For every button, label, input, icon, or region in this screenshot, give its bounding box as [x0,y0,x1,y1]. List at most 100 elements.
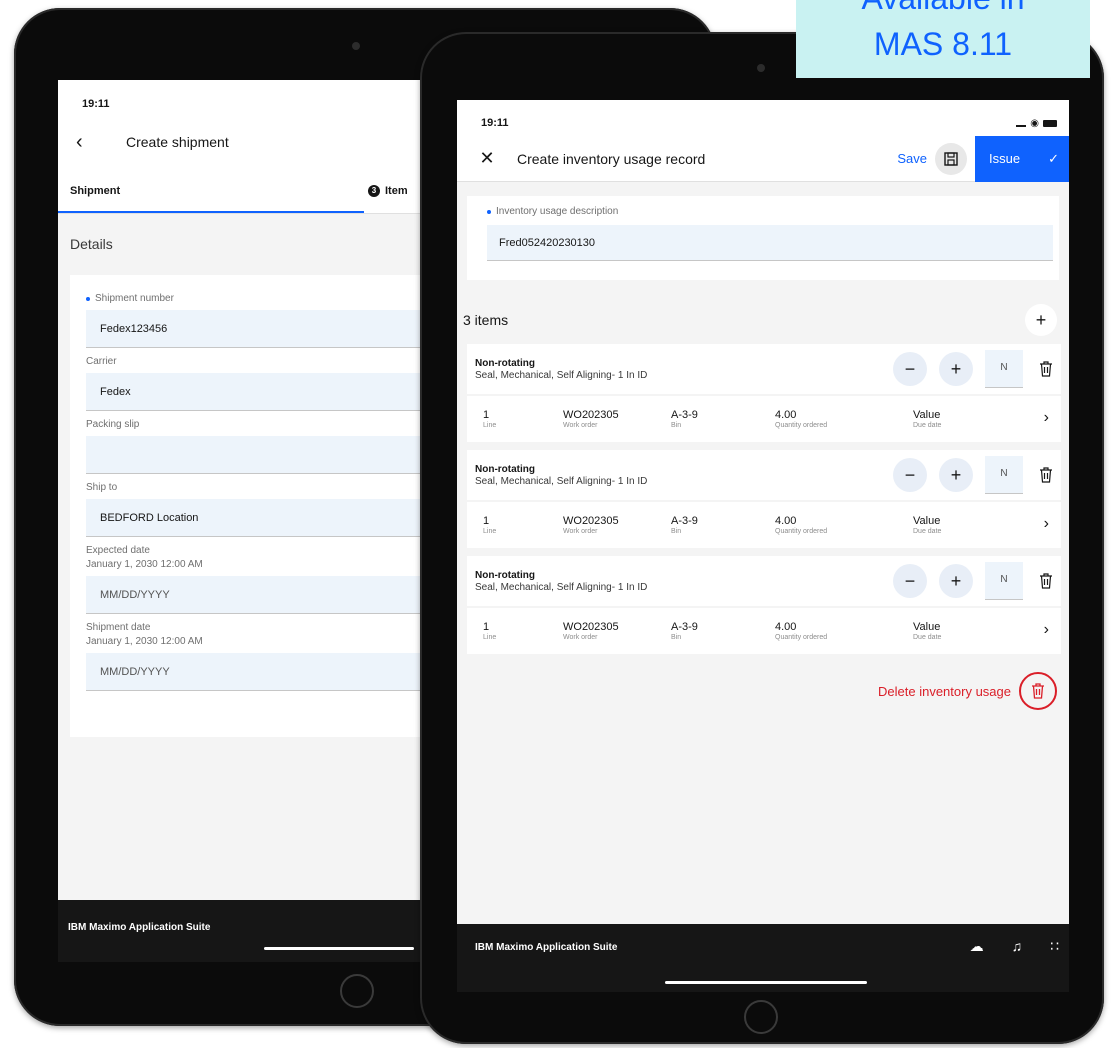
shipment-form: Shipment number Fedex123456 Carrier Fede… [70,275,430,737]
quantity-label: Quantity ordered [775,528,828,535]
work-order-value: WO202305 [563,409,619,421]
field-carrier: Carrier Fedex [86,356,430,411]
quantity-input[interactable]: N [985,350,1023,388]
save-button[interactable]: Save [897,151,927,166]
delete-trash-icon[interactable] [1019,672,1057,710]
bin-label: Bin [671,634,682,641]
field-label: Packing slip [86,419,140,430]
shipment-screen: 19:11 ‹ Create shipment Shipment 3 Item … [58,80,430,962]
increment-button[interactable]: + [939,564,973,598]
due-date-label: Due date [913,528,942,535]
items-header: 3 items + [457,280,1069,336]
add-item-button[interactable]: + [1025,304,1057,336]
bin-label: Bin [671,528,682,535]
badge-line-2: MAS 8.11 [873,26,1013,62]
items-count-badge: 3 [368,184,380,197]
camera-icon [352,42,360,50]
field-shipment-date: Shipment date January 1, 2030 12:00 AM M… [86,622,430,691]
front-tablet: 19:11 ◉ ✕ Create inventory usage record … [420,32,1104,1044]
description-label: Inventory usage description [496,206,619,217]
quantity-value: 4.00 [775,621,797,633]
tab-items[interactable]: 3 Item [368,184,408,197]
trash-icon[interactable] [1031,361,1061,377]
chevron-right-icon[interactable]: › [1044,621,1049,639]
home-button [744,1000,778,1034]
decrement-button[interactable]: − [893,564,927,598]
item-details[interactable]: 1 Line WO202305 Work order A-3-9 Bin 4.00 Qu… [467,396,1061,442]
back-arrow-icon[interactable]: ‹ [76,131,126,154]
trash-icon[interactable] [1031,573,1061,589]
page-title: Create inventory usage record [517,150,706,167]
camera-icon [757,64,765,72]
decrement-button[interactable]: − [893,458,927,492]
item-details[interactable]: 1 Line WO202305 Work order A-3-9 Bin 4.00 Qu… [467,608,1061,654]
inventory-usage-screen: 19:11 ◉ ✕ Create inventory usage record … [457,100,1069,992]
chevron-right-icon[interactable]: › [1044,515,1049,533]
field-sublabel: January 1, 2030 12:00 AM [86,636,203,647]
bin-value: A-3-9 [671,515,698,527]
chevron-right-icon[interactable]: › [1044,409,1049,427]
trash-icon[interactable] [1031,467,1061,483]
status-bar: 19:11 ◉ [457,100,1069,136]
issue-button[interactable]: Issue ✓ [975,135,1069,182]
field-packing-slip: Packing slip [86,419,430,474]
signal-icon [1016,119,1027,127]
quantity-input[interactable]: N [985,562,1023,600]
decrement-button[interactable]: − [893,352,927,386]
item-type: Non-rotating [475,357,535,369]
due-date-value: Value [913,621,941,633]
bin-label: Bin [671,422,682,429]
field-label: Shipment number [95,293,174,304]
save-icon[interactable] [935,142,967,175]
quantity-input[interactable]: N [985,456,1023,494]
description-card: Inventory usage description Fred05242023… [467,196,1059,280]
quantity-label: Quantity ordered [775,422,828,429]
quantity-value: 4.00 [775,515,797,527]
footer-brand: IBM Maximo Application Suite [68,922,211,933]
field-sublabel: January 1, 2030 12:00 AM [86,559,203,570]
tab-bar: Shipment 3 Item [58,168,430,214]
line-value: 1 [483,515,490,527]
cloud-icon[interactable]: ☁ [970,938,984,955]
battery-icon [1043,119,1057,127]
work-order-label: Work order [563,634,598,641]
delete-inventory-usage-button[interactable]: Delete inventory usage [878,684,1011,699]
work-order-value: WO202305 [563,515,619,527]
field-label: Ship to [86,482,118,493]
list-item: Non-rotating Seal, Mechanical, Self Alig… [467,556,1061,654]
line-label: Line [483,634,497,641]
increment-button[interactable]: + [939,352,973,386]
ship-to-input[interactable]: BEDFORD Location [86,499,430,537]
home-indicator [665,981,867,984]
description-input[interactable]: Fred052420230130 [487,225,1053,261]
carrier-input[interactable]: Fedex [86,373,430,411]
header: ‹ Create shipment [58,116,430,168]
item-type: Non-rotating [475,569,535,581]
due-date-value: Value [913,409,941,421]
expected-date-input[interactable]: MM/DD/YYYY [86,576,430,614]
shipment-date-input[interactable]: MM/DD/YYYY [86,653,430,691]
due-date-label: Due date [913,422,942,429]
packing-slip-input[interactable] [86,436,430,474]
tab-shipment[interactable]: Shipment [58,185,368,197]
app-switcher-icon[interactable]: ∷ [1050,938,1059,955]
list-item: Non-rotating Seal, Mechanical, Self Alig… [467,344,1061,442]
quantity-value: 4.00 [775,409,797,421]
increment-button[interactable]: + [939,458,973,492]
line-label: Line [483,422,497,429]
header: ✕ Create inventory usage record Save Iss… [457,135,1069,182]
field-label: Shipment date [86,622,151,633]
due-date-label: Due date [913,634,942,641]
close-icon[interactable]: ✕ [457,148,517,169]
footer-bar: IBM Maximo Application Suite ☁ ♫ ∷ [457,924,1069,992]
field-ship-to: Ship to BEDFORD Location [86,482,430,537]
item-details[interactable]: 1 Line WO202305 Work order A-3-9 Bin 4.00 Qu… [467,502,1061,548]
bell-icon[interactable]: ♫ [1012,938,1023,955]
list-item: Non-rotating Seal, Mechanical, Self Alig… [467,450,1061,548]
field-shipment-number: Shipment number Fedex123456 [86,293,430,348]
quantity-label: Quantity ordered [775,634,828,641]
checkmark-icon: ✓ [1048,150,1059,166]
shipment-number-input[interactable]: Fedex123456 [86,310,430,348]
work-order-label: Work order [563,422,598,429]
work-order-value: WO202305 [563,621,619,633]
